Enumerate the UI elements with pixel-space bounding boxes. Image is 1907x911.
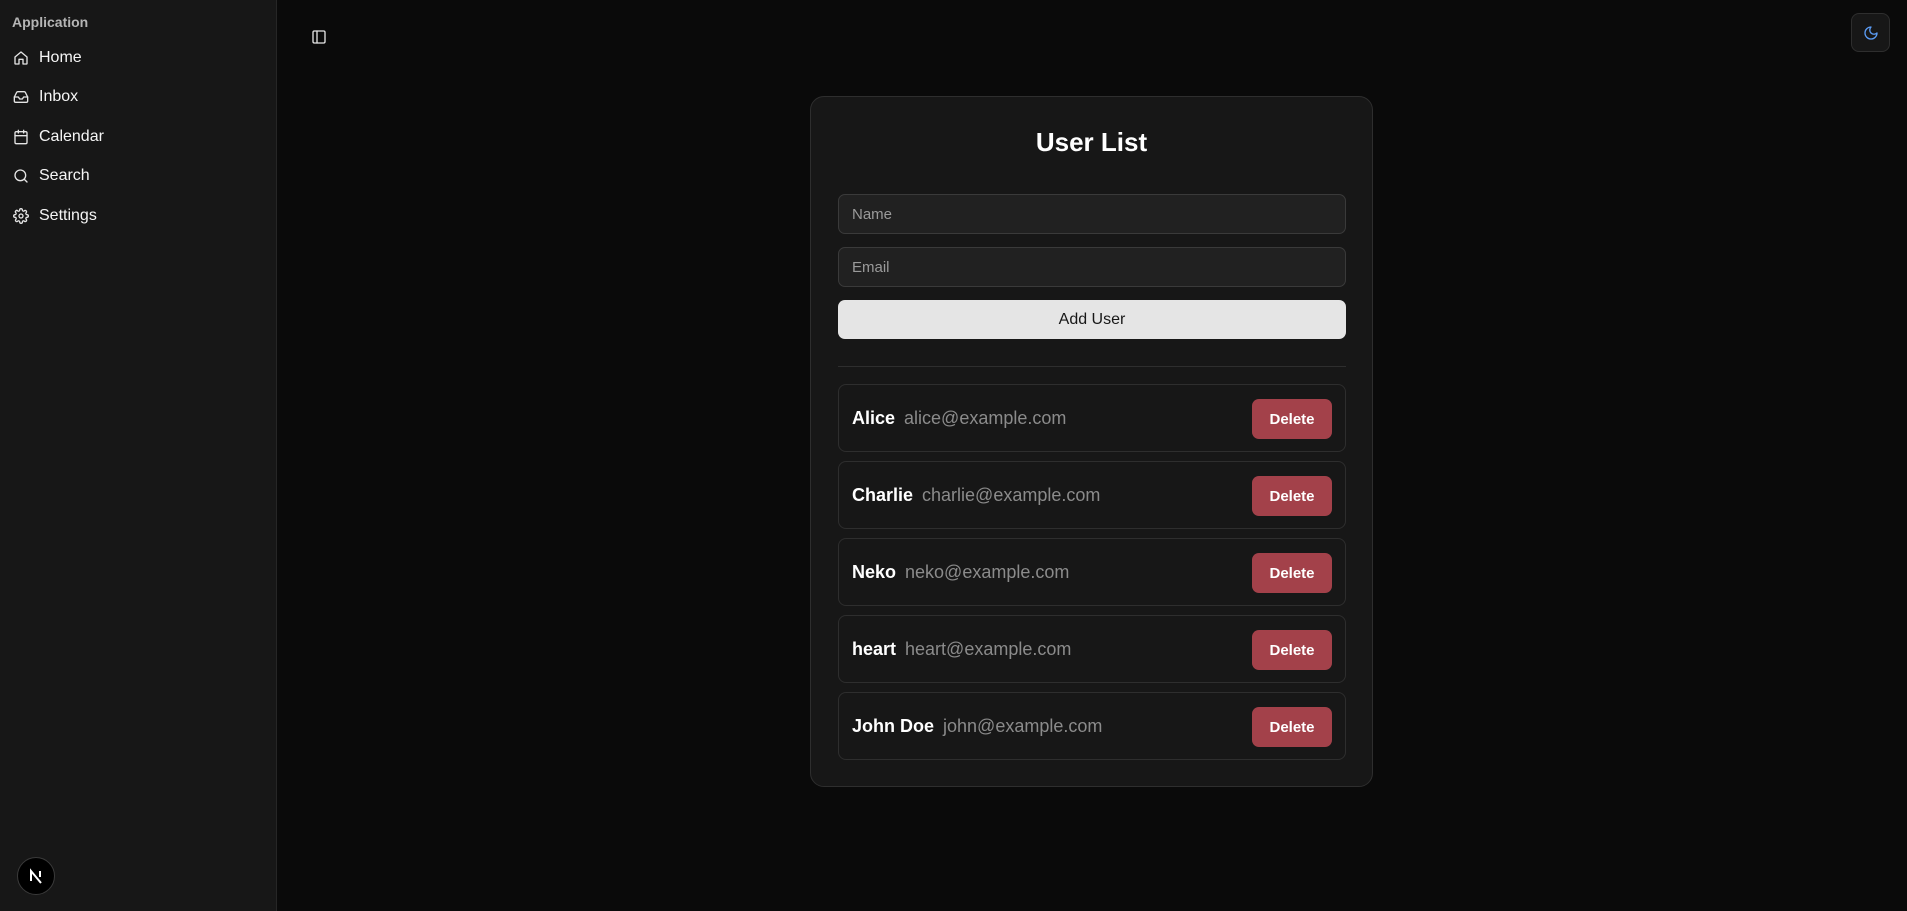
- list-item: John Doe john@example.com Delete: [838, 692, 1346, 760]
- list-item: heart heart@example.com Delete: [838, 615, 1346, 683]
- inbox-icon: [13, 89, 29, 105]
- user-email: heart@example.com: [905, 638, 1072, 659]
- sidebar-toggle-button[interactable]: [308, 26, 330, 48]
- sidebar-item-label: Calendar: [39, 127, 104, 145]
- user-name: John Doe: [852, 715, 935, 736]
- user-name: Neko: [852, 561, 897, 582]
- delete-button[interactable]: Delete: [1252, 553, 1332, 593]
- panel-left-icon: [311, 29, 327, 45]
- sidebar-item-inbox[interactable]: Inbox: [6, 78, 270, 118]
- nextjs-logo-icon[interactable]: [17, 857, 55, 895]
- list-item: Neko neko@example.com Delete: [838, 538, 1346, 606]
- sidebar-group-label: Application: [12, 14, 89, 30]
- list-item: Charlie charlie@example.com Delete: [838, 461, 1346, 529]
- user-email: neko@example.com: [905, 561, 1070, 582]
- sidebar-item-label: Home: [39, 48, 82, 66]
- user-email: john@example.com: [943, 715, 1103, 736]
- user-list-card: User List Add User Alice alice@example.c…: [810, 96, 1373, 787]
- search-icon: [13, 168, 29, 184]
- calendar-icon: [13, 129, 29, 145]
- delete-button[interactable]: Delete: [1252, 630, 1332, 670]
- email-input[interactable]: [838, 247, 1346, 287]
- user-email: alice@example.com: [904, 407, 1067, 428]
- sidebar-item-label: Search: [39, 167, 90, 185]
- home-icon: [13, 50, 29, 66]
- user-name: heart: [852, 638, 897, 659]
- sidebar-item-calendar[interactable]: Calendar: [6, 117, 270, 157]
- sidebar-item-label: Inbox: [39, 88, 79, 106]
- divider: [838, 366, 1346, 367]
- sidebar-item-home[interactable]: Home: [6, 38, 270, 78]
- delete-button[interactable]: Delete: [1252, 707, 1332, 747]
- user-email: charlie@example.com: [922, 484, 1101, 505]
- user-name: Alice: [852, 407, 896, 428]
- name-input[interactable]: [838, 194, 1346, 234]
- list-item: Alice alice@example.com Delete: [838, 384, 1346, 452]
- add-user-button[interactable]: Add User: [838, 300, 1346, 339]
- user-list: Alice alice@example.com Delete Charlie c…: [838, 384, 1346, 769]
- delete-button[interactable]: Delete: [1252, 476, 1332, 516]
- settings-icon: [13, 207, 29, 224]
- user-name: Charlie: [852, 484, 914, 505]
- sidebar-item-label: Settings: [39, 206, 97, 224]
- sidebar: Application Home Inbox Calendar Search S…: [0, 0, 277, 911]
- sidebar-item-settings[interactable]: Settings: [6, 196, 270, 236]
- sidebar-item-search[interactable]: Search: [6, 157, 270, 197]
- theme-toggle-button[interactable]: [1851, 13, 1890, 52]
- page-title: User List: [1035, 127, 1148, 157]
- moon-icon: [1863, 25, 1879, 41]
- sidebar-menu: Home Inbox Calendar Search Settings: [6, 38, 270, 236]
- delete-button[interactable]: Delete: [1252, 399, 1332, 439]
